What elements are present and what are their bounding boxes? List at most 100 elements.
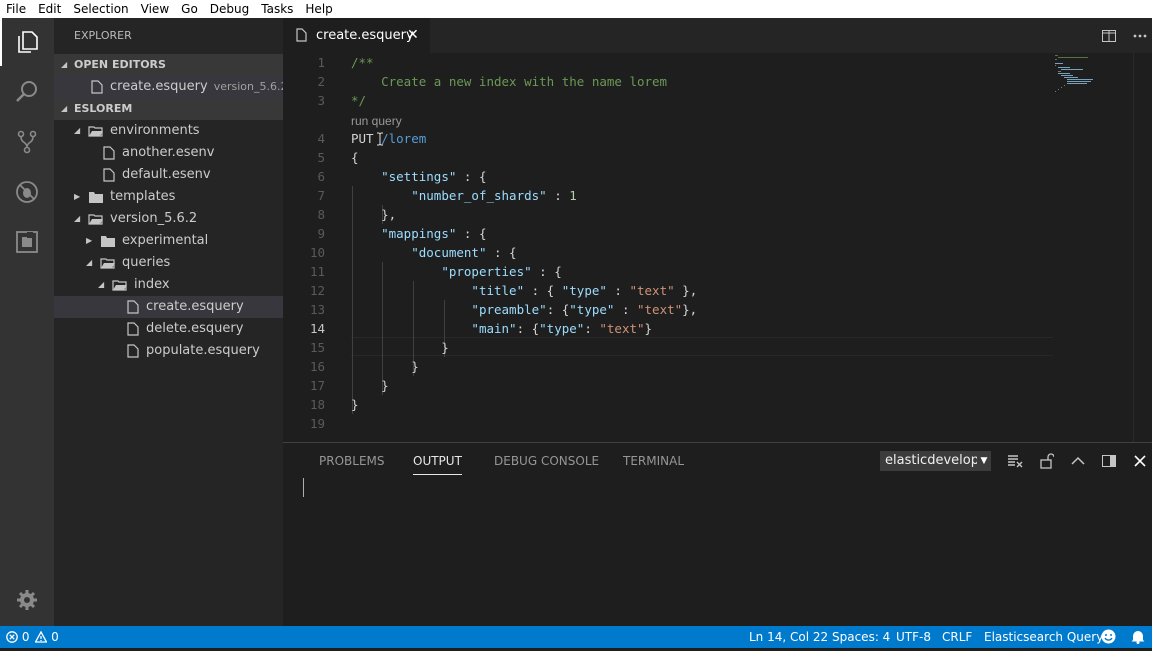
line-number: 18: [309, 397, 325, 412]
tree-folder-index[interactable]: ◢ index: [54, 274, 283, 296]
warning-icon: [34, 630, 48, 643]
tree-label: populate.esquery: [146, 343, 260, 358]
output-channel-select[interactable]: elasticdeveloper ▼: [880, 451, 991, 471]
tree-folder-environments[interactable]: ◢ environments: [54, 120, 283, 142]
toggle-panel-position-icon[interactable]: [1100, 452, 1118, 470]
lock-scroll-icon[interactable]: [1038, 452, 1056, 470]
status-bar: 0 0 Ln 14, Col 22 Spaces: 4 UTF-8 CRLF E…: [0, 626, 1152, 648]
menu-debug[interactable]: Debug: [204, 0, 255, 18]
code-editor[interactable]: 1 2 3 4 5 6 7 8 9 10 11 12 13 14 15 16 1…: [283, 53, 1152, 442]
cursor-position[interactable]: Ln 14, Col 22: [749, 626, 828, 648]
line-number: 10: [309, 245, 325, 260]
problems-status[interactable]: 0 0: [6, 626, 59, 648]
tree-label: environments: [110, 123, 200, 138]
tree-file-delete-esquery[interactable]: delete.esquery: [54, 318, 283, 340]
minimap[interactable]: [1053, 53, 1133, 113]
line-number: 5: [317, 150, 325, 165]
tree-label: create.esquery: [146, 299, 244, 314]
tree-folder-experimental[interactable]: ▶ experimental: [54, 230, 283, 252]
file-icon: [296, 28, 307, 42]
output-channel-value: elasticdeveloper: [885, 453, 991, 468]
open-editor-path: version_5.6.2\q...: [213, 80, 283, 93]
code-line: PUT /lorem: [351, 131, 427, 146]
line-number: 17: [309, 378, 325, 393]
tab-output[interactable]: OUTPUT: [413, 443, 462, 479]
tree-label: index: [134, 277, 170, 292]
tree-folder-templates[interactable]: ▶ templates: [54, 186, 283, 208]
chevron-right-icon: ▶: [74, 192, 81, 201]
tree-label: queries: [122, 255, 171, 270]
file-icon: [91, 80, 103, 94]
menu-help[interactable]: Help: [299, 0, 338, 18]
source-control-icon[interactable]: [0, 118, 54, 166]
menu-go[interactable]: Go: [175, 0, 204, 18]
tree-folder-version[interactable]: ◢ version_5.6.2: [54, 208, 283, 230]
code-line: Create a new index with the name lorem: [351, 74, 668, 89]
activity-bar: [0, 18, 54, 626]
menu-view[interactable]: View: [135, 0, 175, 18]
clear-output-icon[interactable]: [1006, 452, 1024, 470]
more-actions-icon[interactable]: [1130, 26, 1150, 46]
tab-output-label: OUTPUT: [413, 454, 462, 468]
search-icon[interactable]: [0, 68, 54, 116]
line-number: 2: [317, 74, 325, 89]
language-mode[interactable]: Elasticsearch Query: [984, 626, 1103, 648]
explorer-icon[interactable]: [0, 18, 54, 66]
workspace-header: ESLOREM: [74, 102, 133, 115]
split-editor-icon[interactable]: [1099, 26, 1119, 46]
code-line: {: [351, 150, 359, 165]
tree-file-create-esquery[interactable]: create.esquery: [54, 296, 283, 318]
line-number: 3: [317, 93, 325, 108]
tab-label: create.esquery: [316, 28, 414, 43]
code-line: }: [351, 359, 419, 374]
line-number: 9: [317, 226, 325, 241]
menu-tasks[interactable]: Tasks: [255, 0, 299, 18]
open-editor-item[interactable]: create.esquery version_5.6.2\q...: [54, 76, 283, 98]
warning-count: 0: [51, 630, 59, 644]
file-icon: [103, 146, 115, 160]
tree-label: delete.esquery: [146, 321, 244, 336]
tree-file-populate-esquery[interactable]: populate.esquery: [54, 340, 283, 362]
tree-label: experimental: [122, 233, 209, 248]
tree-folder-queries[interactable]: ◢ queries: [54, 252, 283, 274]
menu-edit[interactable]: Edit: [32, 0, 67, 18]
chevron-down-icon: ◢: [61, 60, 68, 69]
folder-icon: [101, 236, 115, 247]
maximize-panel-icon[interactable]: [1069, 452, 1087, 470]
tab-terminal[interactable]: TERMINAL: [623, 443, 684, 479]
line-number: 16: [309, 359, 325, 374]
line-ending[interactable]: CRLF: [942, 626, 972, 648]
close-panel-icon[interactable]: [1131, 452, 1149, 470]
output-cursor: [303, 478, 304, 497]
file-icon: [103, 168, 115, 182]
line-number: 11: [309, 264, 325, 279]
settings-gear-icon[interactable]: [0, 576, 54, 624]
open-editors-section[interactable]: ◢ OPEN EDITORS: [54, 54, 283, 76]
encoding[interactable]: UTF-8: [896, 626, 931, 648]
editor-scrollbar[interactable]: [1133, 53, 1147, 442]
tree-file-default-esenv[interactable]: default.esenv: [54, 164, 283, 186]
debug-icon[interactable]: [0, 168, 54, 216]
code-line: "properties" : {: [441, 264, 562, 279]
menu-selection[interactable]: Selection: [67, 0, 134, 18]
code-line: "title" : { "type" : "text" },: [471, 283, 698, 298]
extensions-icon[interactable]: [0, 218, 54, 266]
folder-icon: [89, 192, 103, 203]
line-number: 15: [309, 340, 325, 355]
workspace-section[interactable]: ◢ ESLOREM: [54, 98, 283, 120]
code-line: }: [351, 378, 389, 393]
tab-problems[interactable]: PROBLEMS: [319, 443, 385, 479]
run-query-codelens[interactable]: run query: [351, 113, 402, 129]
close-icon[interactable]: ✕: [407, 18, 419, 53]
code-line: "preamble": {"type" : "text"},: [471, 302, 698, 317]
chevron-down-icon: ◢: [61, 104, 68, 113]
folder-open-icon: [88, 214, 103, 225]
indentation[interactable]: Spaces: 4: [832, 626, 890, 648]
tab-create-esquery[interactable]: create.esquery ✕: [283, 18, 430, 53]
line-number: 12: [309, 283, 325, 298]
tab-debug-console[interactable]: DEBUG CONSOLE: [494, 443, 599, 479]
menu-file[interactable]: File: [0, 0, 32, 18]
file-icon: [127, 322, 139, 336]
chevron-down-icon: ◢: [74, 126, 81, 135]
tree-file-another-esenv[interactable]: another.esenv: [54, 142, 283, 164]
